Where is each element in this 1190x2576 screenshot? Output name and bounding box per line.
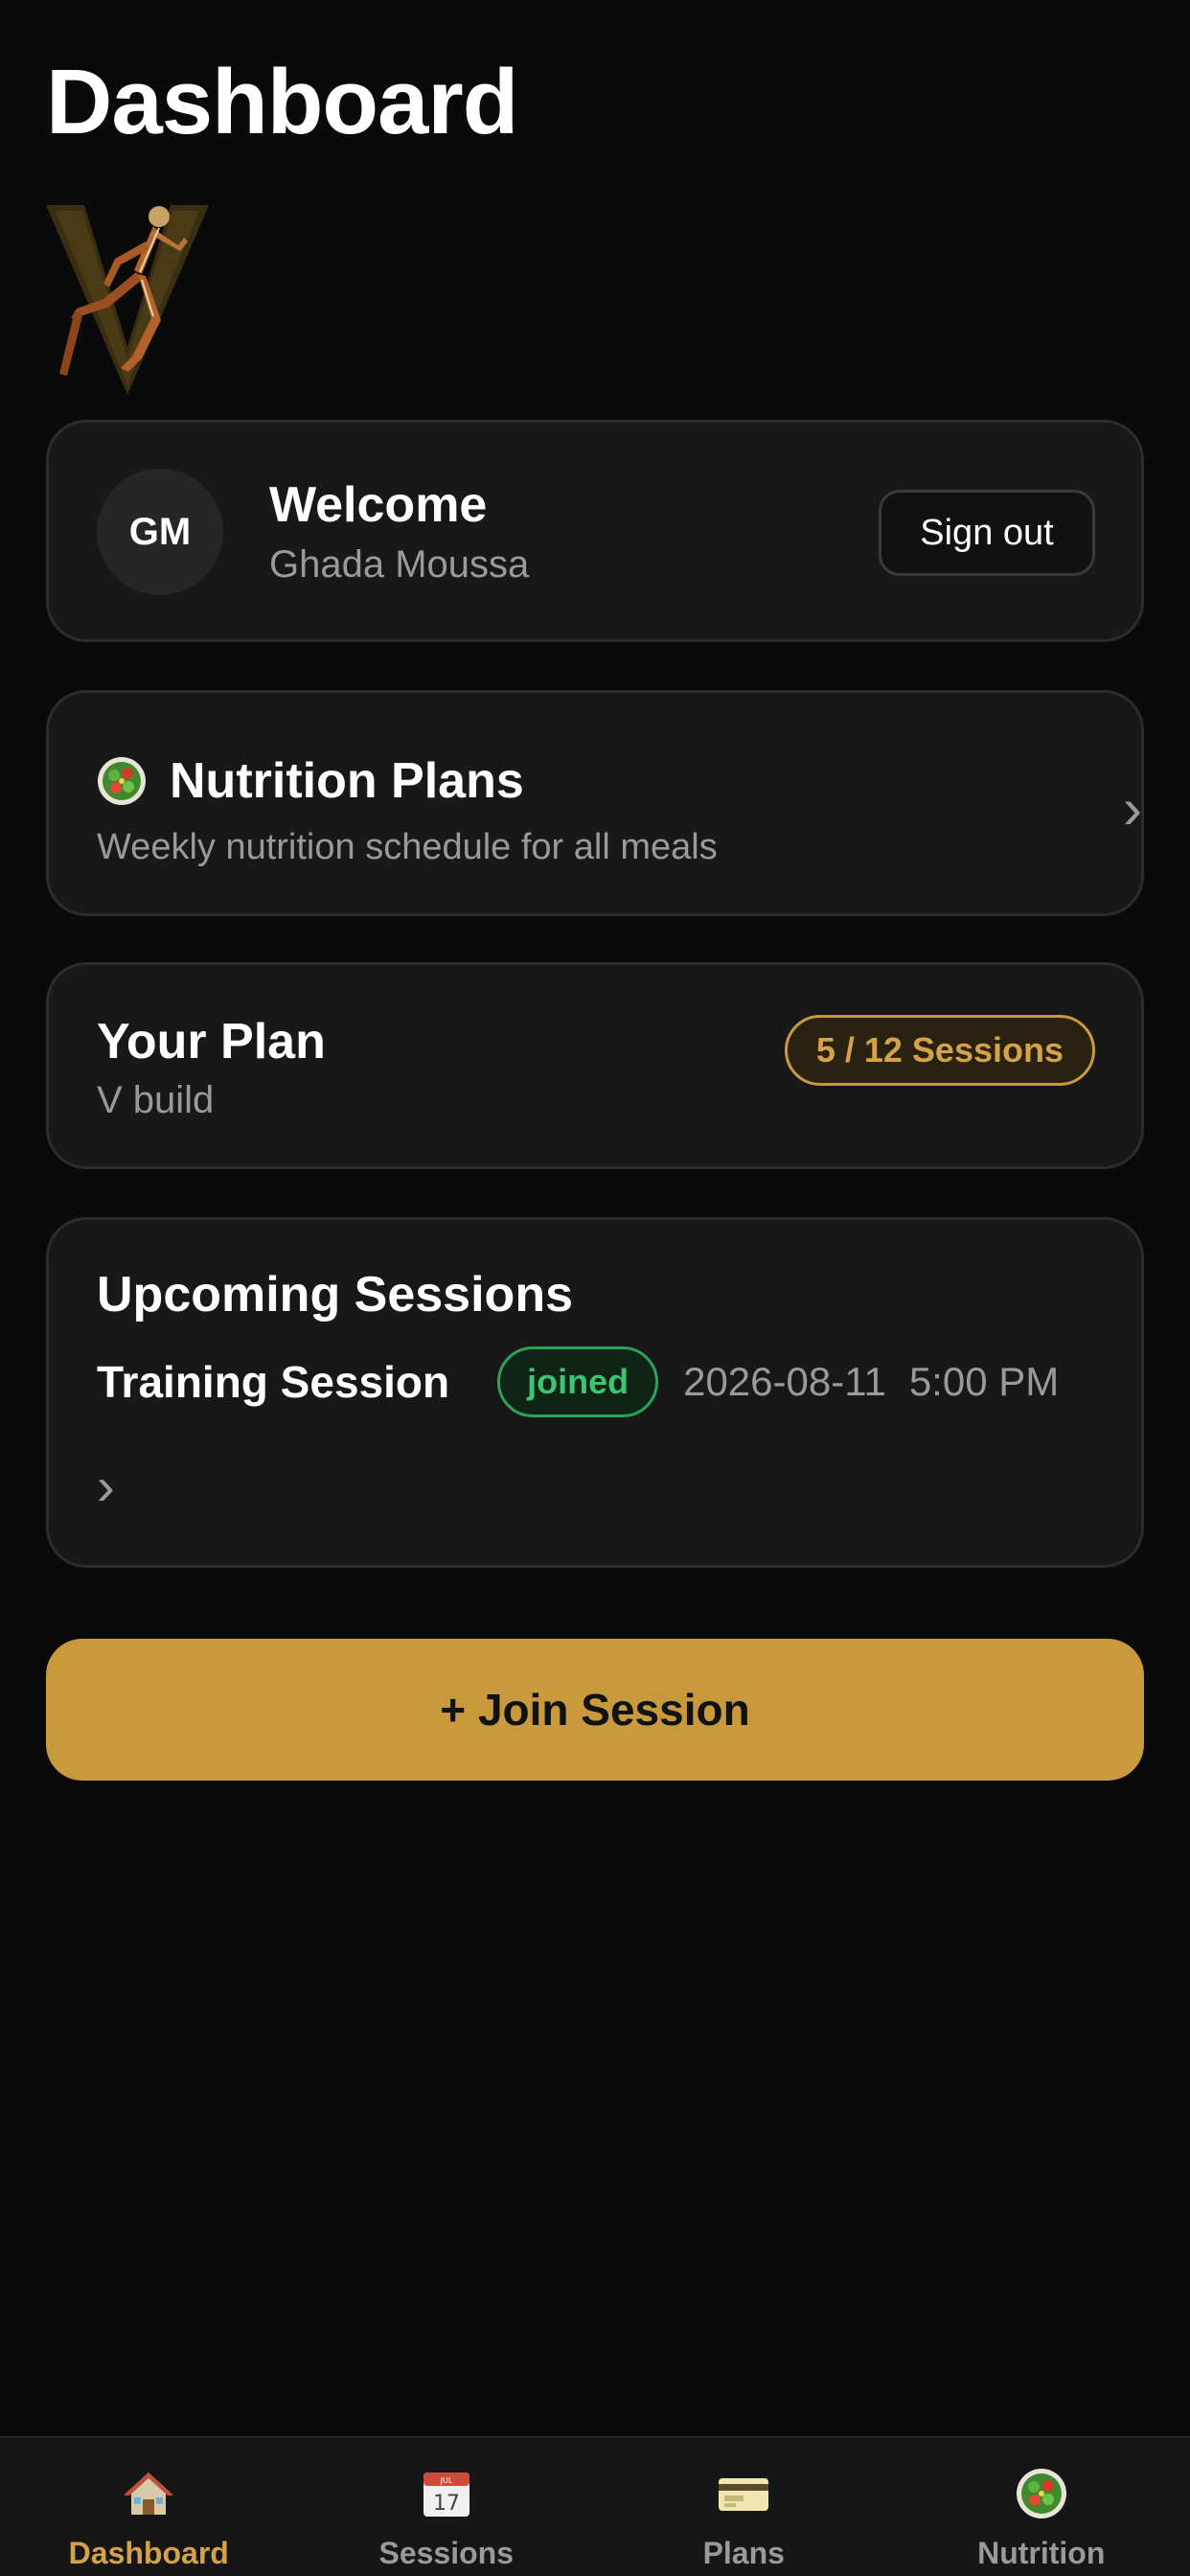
session-name: Training Session	[97, 1357, 450, 1407]
salad-icon	[98, 757, 146, 805]
card-icon	[719, 2478, 769, 2511]
plan-name: V build	[97, 1079, 215, 1121]
sign-out-button[interactable]: Sign out	[879, 490, 1095, 576]
nutrition-plans-subtitle: Weekly nutrition schedule for all meals	[97, 827, 718, 867]
user-name: Ghada Moussa	[269, 543, 530, 586]
your-plan-card: Your Plan V build 5 / 12 Sessions	[46, 962, 1144, 1169]
welcome-title: Welcome	[269, 477, 488, 533]
session-time: 5:00 PM	[908, 1359, 1060, 1404]
nutrition-plans-title: Nutrition Plans	[170, 753, 524, 809]
tab-nutrition[interactable]: Nutrition	[893, 2438, 1190, 2576]
tab-label: Dashboard	[68, 2536, 229, 2570]
bottom-tab-bar: Dashboard JUL 17 Sessions Plans Nutritio…	[0, 2436, 1190, 2576]
tab-label: Plans	[702, 2536, 785, 2570]
join-session-button[interactable]: + Join Session	[46, 1639, 1144, 1781]
session-date: 2026-08-11	[683, 1359, 886, 1404]
status-badge: joined	[497, 1346, 659, 1417]
calendar-icon: JUL 17	[423, 2472, 469, 2517]
tab-sessions[interactable]: JUL 17 Sessions	[298, 2438, 596, 2576]
svg-text:17: 17	[433, 2492, 460, 2516]
page-title: Dashboard	[46, 51, 518, 153]
chevron-right-icon[interactable]: ›	[1123, 780, 1142, 838]
dashboard-screen: Dashboard GM Welcome Ghada Moussa Sign o…	[0, 0, 1190, 2576]
tab-label: Nutrition	[977, 2536, 1106, 2570]
chevron-right-icon[interactable]: ›	[97, 1460, 115, 1513]
tab-label: Sessions	[378, 2536, 514, 2570]
session-row[interactable]: Training Session joined 2026-08-11 5:00 …	[97, 1346, 1059, 1417]
upcoming-sessions-card: Upcoming Sessions Training Session joine…	[46, 1217, 1144, 1568]
svg-text:JUL: JUL	[439, 2476, 452, 2485]
avatar: GM	[97, 469, 223, 595]
house-icon	[124, 2472, 174, 2515]
welcome-card: GM Welcome Ghada Moussa Sign out	[46, 420, 1144, 642]
sessions-count-badge: 5 / 12 Sessions	[784, 1015, 1095, 1086]
plan-title: Your Plan	[97, 1014, 326, 1070]
upcoming-sessions-title: Upcoming Sessions	[97, 1267, 573, 1322]
tab-plans[interactable]: Plans	[595, 2438, 893, 2576]
nutrition-plans-card[interactable]: Nutrition Plans Weekly nutrition schedul…	[46, 690, 1144, 916]
tab-dashboard[interactable]: Dashboard	[0, 2438, 298, 2576]
brand-logo	[46, 205, 209, 395]
salad-icon	[1016, 2469, 1066, 2518]
